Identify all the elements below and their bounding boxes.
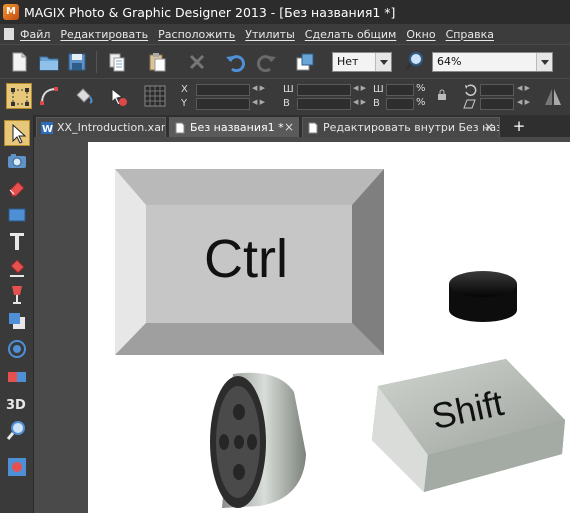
paste-icon[interactable] xyxy=(144,49,170,75)
quality-select[interactable]: Нет xyxy=(332,52,392,72)
x-spinner[interactable]: ◀ ▶ xyxy=(252,85,265,92)
scale-height-percent: % xyxy=(416,97,426,108)
open-folder-icon[interactable] xyxy=(36,49,62,75)
y-label: Y xyxy=(181,98,188,109)
selector-bounds-icon[interactable] xyxy=(6,83,32,109)
ctrl-key-shape[interactable]: Ctrl xyxy=(115,169,384,355)
width-label: Ш xyxy=(283,84,294,95)
skew-icon[interactable] xyxy=(463,98,477,110)
height-label: В xyxy=(283,98,290,109)
redo-icon[interactable] xyxy=(254,49,280,75)
zoom-select-value: 64% xyxy=(437,55,462,68)
page-icon xyxy=(307,122,319,134)
app-logo-icon: M xyxy=(3,4,19,20)
x-label: X xyxy=(181,84,188,95)
tab-untitled-label: Без названия1 * xyxy=(190,121,284,134)
document-page[interactable]: Ctrl Shift xyxy=(88,142,570,513)
height-spinner[interactable]: ◀ ▶ xyxy=(353,99,366,106)
svg-text:3D: 3D xyxy=(6,398,26,413)
lock-aspect-icon[interactable] xyxy=(437,89,447,101)
chevron-down-icon[interactable] xyxy=(536,53,552,71)
close-tab-icon[interactable]: × xyxy=(484,120,494,134)
3d-tool-icon[interactable]: 3D xyxy=(4,390,30,416)
save-icon[interactable] xyxy=(64,49,90,75)
flip-horizontal-icon[interactable] xyxy=(543,87,563,107)
chevron-down-icon[interactable] xyxy=(375,53,391,71)
x-position-field[interactable] xyxy=(196,84,250,96)
black-cap-shape[interactable] xyxy=(449,271,517,322)
scale-width-field[interactable] xyxy=(386,84,414,96)
rotation-field[interactable] xyxy=(480,84,514,96)
rotate-handles-icon[interactable] xyxy=(36,83,62,109)
menu-help[interactable]: Справка xyxy=(446,28,494,41)
canvas-area: Ctrl Shift xyxy=(34,137,570,513)
grid-snap-icon[interactable] xyxy=(142,83,168,109)
eraser-icon[interactable] xyxy=(4,174,30,200)
zoom-tool-icon[interactable] xyxy=(4,418,30,444)
scale-width-label: Ш xyxy=(373,84,384,95)
svg-text:W: W xyxy=(42,124,53,134)
y-spinner[interactable]: ◀ ▶ xyxy=(252,99,265,106)
window-title: MAGIX Photo & Graphic Designer 2013 - [Б… xyxy=(24,4,396,20)
quality-select-value: Нет xyxy=(337,55,359,68)
zoom-select[interactable]: 64% xyxy=(432,52,553,72)
undo-icon[interactable] xyxy=(222,49,248,75)
transparency-glass-icon[interactable] xyxy=(4,282,30,308)
tab-edit-inside-label: Редактировать внутри Без назв... xyxy=(323,121,500,134)
close-tab-icon[interactable]: × xyxy=(284,120,294,134)
menu-utilities[interactable]: Утилиты xyxy=(245,28,295,41)
document-tab-bar: W XX_Introduction.xar Без названия1 * × … xyxy=(34,115,570,137)
skew-spinner[interactable]: ◀ ▶ xyxy=(517,99,530,106)
delete-icon[interactable] xyxy=(184,49,210,75)
tab-introduction[interactable]: W XX_Introduction.xar xyxy=(36,117,166,137)
new-document-icon[interactable] xyxy=(6,49,32,75)
menu-bar: Файл Редактировать Расположить Утилиты С… xyxy=(0,24,570,44)
shadow-tool-icon[interactable] xyxy=(4,308,30,334)
height-field[interactable] xyxy=(297,98,351,110)
copy-icon[interactable] xyxy=(104,49,130,75)
scale-width-percent: % xyxy=(416,83,426,94)
tab-untitled[interactable]: Без названия1 * × xyxy=(169,117,299,137)
fill-tool-icon[interactable] xyxy=(4,254,30,280)
tab-introduction-label: XX_Introduction.xar xyxy=(57,121,166,134)
tool-palette: 3D xyxy=(0,114,34,513)
w-doc-icon: W xyxy=(41,121,53,135)
menu-window[interactable]: Окно xyxy=(406,28,435,41)
menu-arrange[interactable]: Расположить xyxy=(158,28,235,41)
y-position-field[interactable] xyxy=(196,98,250,110)
info-toolbar: X ◀ ▶ Y ◀ ▶ Ш ◀ ▶ В ◀ ▶ Ш % В % ◀ ▶ ◀ ▶ xyxy=(0,78,570,114)
tab-edit-inside[interactable]: Редактировать внутри Без назв... × xyxy=(302,117,500,137)
transform-icon[interactable] xyxy=(292,49,318,75)
new-tab-button[interactable]: + xyxy=(510,117,528,137)
cylinder-button-shape[interactable] xyxy=(210,372,306,508)
rectangle-icon[interactable] xyxy=(4,202,30,228)
skew-field[interactable] xyxy=(480,98,514,110)
effects-tool-icon[interactable] xyxy=(4,454,30,480)
photo-camera-icon[interactable] xyxy=(4,148,30,174)
pointer-add-icon[interactable] xyxy=(104,83,130,109)
menu-edit[interactable]: Редактировать xyxy=(60,28,148,41)
ctrl-key-label: Ctrl xyxy=(204,229,288,289)
document-menu-icon[interactable] xyxy=(4,28,14,40)
rotate-angle-icon[interactable] xyxy=(463,83,477,97)
text-tool-icon[interactable] xyxy=(4,228,30,254)
title-bar: M MAGIX Photo & Graphic Designer 2013 - … xyxy=(0,0,570,24)
width-field[interactable] xyxy=(297,84,351,96)
menu-share[interactable]: Сделать общим xyxy=(305,28,397,41)
blend-tool-icon[interactable] xyxy=(4,364,30,390)
zoom-magnifier-icon[interactable] xyxy=(402,49,428,75)
width-spinner[interactable]: ◀ ▶ xyxy=(353,85,366,92)
scale-height-field[interactable] xyxy=(386,98,414,110)
menu-file[interactable]: Файл xyxy=(20,28,50,41)
fill-bucket-icon[interactable] xyxy=(70,83,96,109)
main-toolbar: Нет 64% xyxy=(0,44,570,78)
rotation-spinner[interactable]: ◀ ▶ xyxy=(517,85,530,92)
scale-height-label: В xyxy=(373,98,380,109)
selector-arrow-icon[interactable] xyxy=(4,120,30,146)
page-icon xyxy=(174,122,186,134)
contour-tool-icon[interactable] xyxy=(4,336,30,362)
shift-key-shape[interactable]: Shift xyxy=(372,359,565,492)
